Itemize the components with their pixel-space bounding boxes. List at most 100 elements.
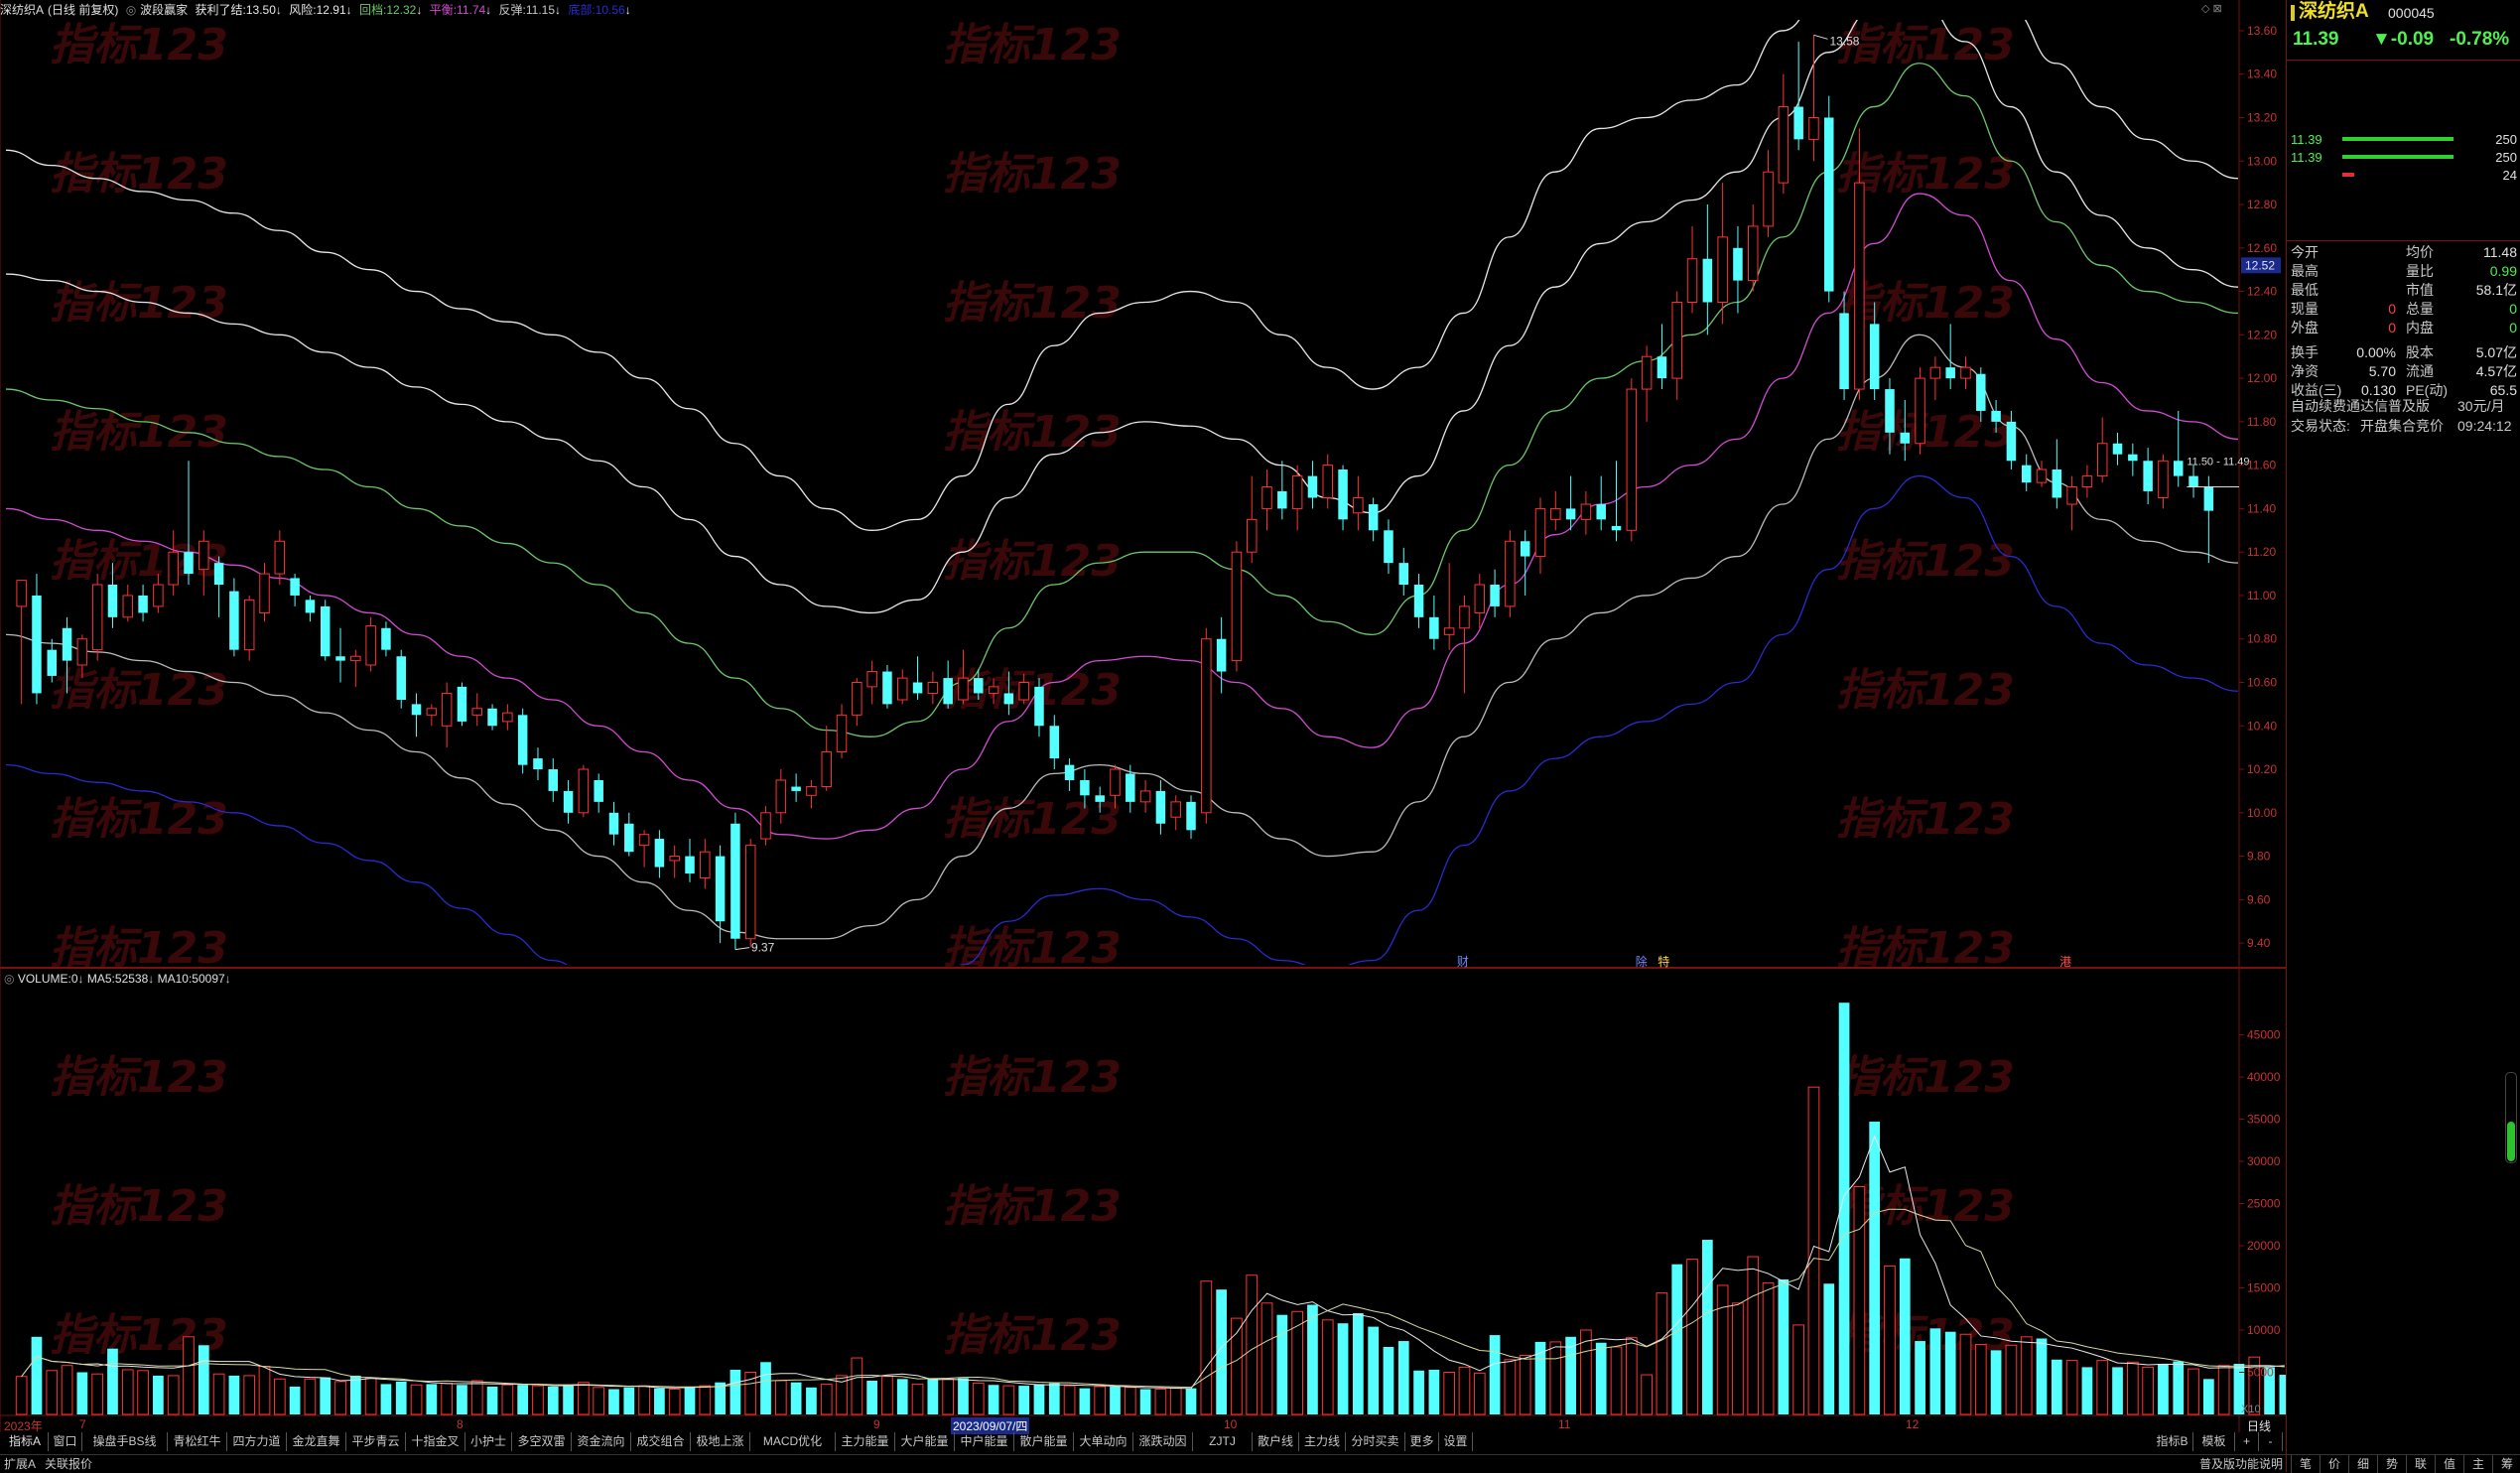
- indicator-tab[interactable]: 中户能量: [955, 1432, 1014, 1451]
- volume-bar-up: [668, 1389, 681, 1415]
- volume-bar-down: [1595, 1342, 1607, 1414]
- volume-bar-down: [1383, 1347, 1394, 1414]
- indicator-tab[interactable]: 四方力道: [227, 1432, 287, 1451]
- indicator-tab[interactable]: 指标A: [2, 1432, 49, 1451]
- candle-body-down: [974, 678, 984, 694]
- candle-body-up: [1929, 366, 1941, 379]
- quote-stock-code: 000045: [2388, 5, 2435, 21]
- volume-bar-up: [121, 1369, 134, 1415]
- candle-body-down: [2128, 454, 2138, 462]
- candle-body-down: [1869, 324, 1880, 390]
- side-panel-tab[interactable]: 联: [2406, 1455, 2435, 1473]
- volume-bar-down: [1018, 1386, 1030, 1414]
- indicator-tab[interactable]: 涨跌动因: [1133, 1432, 1193, 1451]
- candle-body-up: [259, 573, 270, 613]
- candle-body-up: [16, 580, 27, 607]
- side-panel-tab[interactable]: 筹: [2492, 1455, 2520, 1473]
- indicator-tab[interactable]: 金龙直舞: [287, 1432, 346, 1451]
- indicator-tab[interactable]: 更多: [1405, 1432, 1439, 1451]
- candle-body-up: [1717, 236, 1728, 304]
- indicator-tab[interactable]: 主力线: [1299, 1432, 1346, 1451]
- side-panel-tab[interactable]: 主: [2463, 1455, 2492, 1473]
- candle-body-down: [1186, 801, 1196, 831]
- status-help[interactable]: 普及版功能说明: [2199, 1455, 2283, 1473]
- volume-bar-down: [1413, 1370, 1424, 1414]
- candle-body-down: [1733, 247, 1743, 281]
- side-panel-tab[interactable]: 值: [2435, 1455, 2463, 1473]
- template-tab[interactable]: -: [2259, 1432, 2283, 1451]
- indicator-tab[interactable]: 大户能量: [895, 1432, 955, 1451]
- indicator-tab[interactable]: 大单动向: [1074, 1432, 1133, 1451]
- last-range-label: 11.50 - 11.49: [2187, 457, 2249, 469]
- scroll-indicator[interactable]: [2505, 1072, 2517, 1163]
- volume-bar-down: [988, 1385, 999, 1414]
- template-tab[interactable]: 模板: [2193, 1432, 2235, 1451]
- indicator-tab[interactable]: 散户能量: [1014, 1432, 1074, 1451]
- kline-chart[interactable]: 指标123 指标123 指标123 指标123 指标123 指标123 指标123 指标123…: [0, 0, 2286, 1432]
- current-price-tag: 12.52: [2245, 258, 2275, 272]
- candle-body-down: [563, 790, 574, 813]
- indicator-tab[interactable]: ZJTJ: [1193, 1432, 1253, 1451]
- indicator-tab[interactable]: 资金流向: [572, 1432, 631, 1451]
- stat-label: 股本: [2406, 344, 2434, 360]
- stat-row: 外盘 0 内盘 0: [2291, 319, 2517, 337]
- diamond-icon[interactable]: ◇: [2201, 3, 2209, 15]
- candle-body-down: [320, 605, 331, 657]
- template-tab[interactable]: 指标B: [2152, 1432, 2193, 1451]
- settings-dot-icon[interactable]: ◎: [4, 972, 14, 986]
- status-expand-a[interactable]: 扩展A: [4, 1455, 36, 1473]
- promo-row[interactable]: 自动续费通达信普及版 30元/月: [2291, 397, 2517, 416]
- promo-price[interactable]: 30元/月: [2457, 397, 2504, 416]
- volume-bar-down: [958, 1378, 969, 1414]
- volume-tick-label: 10000: [2247, 1323, 2281, 1337]
- candle-body-up: [1018, 681, 1029, 701]
- volume-bar-down: [380, 1384, 392, 1414]
- volume-bar-up: [578, 1382, 590, 1415]
- volume-bar-up: [1002, 1385, 1015, 1415]
- volume-bar-up: [1246, 1274, 1259, 1415]
- watermark-text: 指标123: [1836, 1052, 2015, 1103]
- status-related-quote[interactable]: 关联报价: [45, 1455, 92, 1473]
- volume-bar-up: [1853, 1186, 1866, 1415]
- ma10-value: 50097: [192, 972, 225, 986]
- stat-row: 今开 均价 11.48: [2291, 243, 2517, 262]
- indicator-tab[interactable]: 青松红牛: [168, 1432, 227, 1451]
- volume-bar-up: [1974, 1343, 1987, 1415]
- stat-value: 0: [2388, 320, 2396, 335]
- indicator-tab[interactable]: 极地上涨: [691, 1432, 750, 1451]
- indicator-tab[interactable]: 多空双雷: [512, 1432, 572, 1451]
- side-panel-tab[interactable]: 笔: [2291, 1455, 2320, 1473]
- indicator-tab[interactable]: 散户线: [1253, 1432, 1299, 1451]
- candle-body-up: [91, 584, 103, 651]
- indicator-tab[interactable]: 设置: [1439, 1432, 1473, 1451]
- price-tick-label: 11.80: [2247, 415, 2276, 429]
- price-tick-label: 12.80: [2247, 198, 2277, 211]
- candle-body-up: [168, 551, 179, 586]
- indicator-tab[interactable]: 操盘手BS线: [82, 1432, 168, 1451]
- side-panel-tab[interactable]: 势: [2377, 1455, 2406, 1473]
- candle-body-down: [1413, 585, 1424, 617]
- candle-body-down: [396, 656, 406, 701]
- indicator-tab[interactable]: 小护士: [465, 1432, 512, 1451]
- candle-body-down: [1384, 530, 1393, 564]
- side-panel-tab[interactable]: 价: [2320, 1455, 2348, 1473]
- divider: [2287, 60, 2520, 61]
- volume-bar-up: [2188, 1368, 2199, 1415]
- indicator-tab[interactable]: 十指金叉: [406, 1432, 465, 1451]
- indicator-tab[interactable]: 平步青云: [346, 1432, 406, 1451]
- volume-bar-up: [470, 1380, 483, 1415]
- indicator-tab[interactable]: 成交组合: [631, 1432, 691, 1451]
- candle-body-down: [487, 708, 497, 727]
- scroll-thumb[interactable]: [2507, 1122, 2515, 1161]
- candle-body-up: [669, 856, 680, 862]
- template-tab[interactable]: +: [2235, 1432, 2259, 1451]
- side-panel-tab[interactable]: 细: [2348, 1455, 2377, 1473]
- close-icon[interactable]: ⊠: [2213, 3, 2222, 15]
- promo-text[interactable]: 自动续费通达信普及版: [2291, 397, 2430, 416]
- stat-label: 流通: [2406, 363, 2434, 379]
- indicator-tab[interactable]: 主力能量: [836, 1432, 895, 1451]
- indicator-tab[interactable]: 窗口: [49, 1432, 82, 1451]
- indicator-tab[interactable]: MACD优化: [750, 1432, 836, 1451]
- candle-body-down: [107, 585, 118, 617]
- indicator-tab[interactable]: 分时买卖: [1346, 1432, 1405, 1451]
